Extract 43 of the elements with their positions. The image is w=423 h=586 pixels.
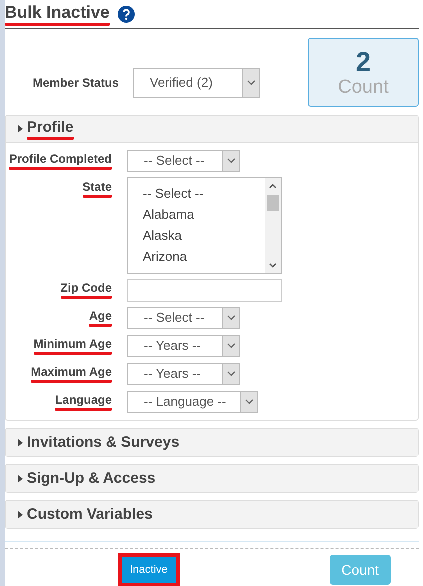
section-title: Profile xyxy=(27,118,74,140)
field-label: State xyxy=(82,180,112,198)
member-status-select[interactable]: Verified (2) xyxy=(133,68,260,98)
field-label: Age xyxy=(89,309,112,327)
caret-icon xyxy=(18,474,23,482)
dropdown[interactable]: -- Years -- xyxy=(127,334,240,357)
chevron-icon xyxy=(222,364,239,384)
section-title: Sign-Up & Access xyxy=(27,470,156,488)
chevron-icon xyxy=(222,336,239,356)
caret-icon xyxy=(18,510,23,518)
state-listbox[interactable]: -- Select -- Alabama Alaska Arizona xyxy=(127,177,282,274)
section-header[interactable]: Profile xyxy=(6,116,418,143)
chevron-icon xyxy=(242,69,260,97)
field-label: Member Status xyxy=(33,75,120,92)
dropdown[interactable]: -- Select -- xyxy=(127,306,240,329)
count-label: Count xyxy=(338,76,389,98)
scrollbar[interactable] xyxy=(265,178,281,273)
field-label: Profile Completed xyxy=(9,152,112,170)
dropdown[interactable]: -- Language -- xyxy=(127,390,258,413)
field-label: Zip Code xyxy=(60,281,112,299)
list-option[interactable]: Arizona xyxy=(143,246,265,267)
section-header[interactable]: Sign-Up & Access xyxy=(6,465,418,492)
list-option[interactable]: Alabama xyxy=(143,204,265,225)
page-title: Bulk Inactive xyxy=(5,2,110,26)
section-header[interactable]: Invitations & Surveys xyxy=(6,429,418,456)
section-header[interactable]: Custom Variables xyxy=(6,501,418,528)
field-label: Minimum Age xyxy=(34,337,112,355)
input-field[interactable] xyxy=(127,278,282,302)
chevron-icon xyxy=(222,308,239,328)
count-number: 2 xyxy=(356,46,372,76)
field-label: Maximum Age xyxy=(31,365,112,383)
section-title: Custom Variables xyxy=(27,506,153,524)
caret-icon xyxy=(18,125,23,133)
chevron-icon xyxy=(222,150,239,171)
dropdown[interactable]: -- Years -- xyxy=(127,362,240,385)
list-option[interactable]: -- Select -- xyxy=(143,183,265,204)
caret-icon xyxy=(18,438,23,446)
dropdown[interactable]: -- Select -- xyxy=(127,150,240,172)
list-option[interactable]: Alaska xyxy=(143,225,265,246)
field-label: Language xyxy=(55,393,112,411)
section-title: Invitations & Surveys xyxy=(27,434,180,452)
help-icon[interactable] xyxy=(118,6,135,22)
chevron-icon xyxy=(240,392,258,412)
